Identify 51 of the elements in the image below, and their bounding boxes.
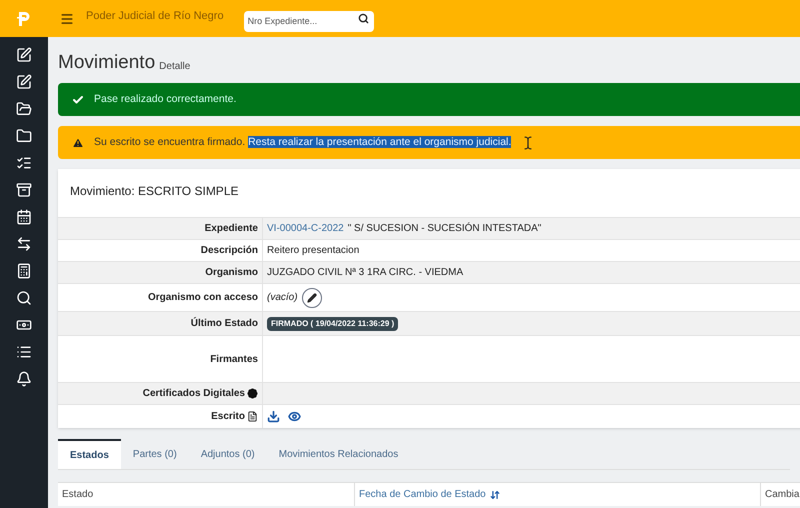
field-label: Descripción: [200, 244, 258, 258]
alert-message: Su escrito se encuentra firmado. Resta realizar la presentación ante el organismo judicial.: [94, 134, 512, 150]
archive-icon[interactable]: [16, 182, 32, 198]
list-icon[interactable]: [16, 344, 32, 360]
tab[interactable]: Estados: [58, 439, 121, 469]
pdf-file-icon: [247, 411, 258, 422]
column-header: Estado: [62, 488, 94, 502]
search-field[interactable]: Nro Expediente...: [244, 10, 374, 32]
field-label: Organismo con acceso: [148, 291, 258, 305]
edit-icon[interactable]: [16, 74, 32, 90]
tab[interactable]: Movimientos Relacionados: [266, 439, 410, 469]
bell-icon[interactable]: [16, 371, 32, 387]
column-header: Cambia: [765, 488, 800, 502]
field-label: Último Estado: [190, 316, 258, 331]
card-title: Movimiento: ESCRITO SIMPLE: [70, 184, 238, 198]
tab[interactable]: Partes (0): [120, 439, 189, 469]
column-header[interactable]: Fecha de Cambio de Estado: [359, 487, 486, 502]
field-label: Certificados Digitales: [142, 387, 245, 401]
check-icon: [72, 94, 84, 106]
field-label: Organismo: [205, 266, 258, 280]
field-value: Reitero presentacion: [267, 244, 360, 258]
pencil-icon: [306, 292, 317, 302]
search-icon[interactable]: [358, 13, 369, 24]
folder-icon[interactable]: [16, 101, 32, 117]
field-value: JUZGADO CIVIL Nª 3 1RA CIRC. - VIEDMA: [267, 266, 464, 280]
menu-icon[interactable]: [60, 12, 74, 26]
expediente-caption: " S/ SUCESION - SUCESIÓN INTESTADA": [348, 221, 542, 236]
eye-icon[interactable]: [288, 410, 301, 423]
page-title: Movimiento: [58, 50, 156, 74]
edit-button[interactable]: [302, 288, 322, 308]
tab[interactable]: Adjuntos (0): [188, 439, 267, 469]
field-label: Escrito: [211, 410, 245, 424]
status-badge: FIRMADO ( 19/04/2022 11:36:29 ): [267, 316, 398, 330]
folder-icon[interactable]: [16, 128, 32, 144]
certificate-icon: [247, 388, 258, 399]
field-value: (vacío): [267, 291, 298, 305]
search-icon[interactable]: [16, 290, 32, 306]
calculator-icon[interactable]: [16, 263, 32, 279]
field-label: Expediente: [204, 222, 258, 236]
warning-icon: [72, 136, 84, 148]
sort-icon[interactable]: [490, 490, 500, 500]
checklist-icon[interactable]: [16, 155, 32, 171]
edit-icon[interactable]: [16, 47, 32, 63]
alert-message: Pase realizado correctamente.: [94, 92, 236, 107]
field-label: Firmantes: [210, 352, 258, 366]
calendar-icon[interactable]: [16, 209, 32, 225]
arrows-icon[interactable]: [16, 236, 32, 252]
download-icon[interactable]: [267, 410, 280, 423]
page-subtitle: Detalle: [159, 60, 190, 74]
app-title: Poder Judicial de Río Negro: [86, 9, 224, 24]
expediente-link[interactable]: VI-00004-C-2022: [267, 221, 344, 236]
